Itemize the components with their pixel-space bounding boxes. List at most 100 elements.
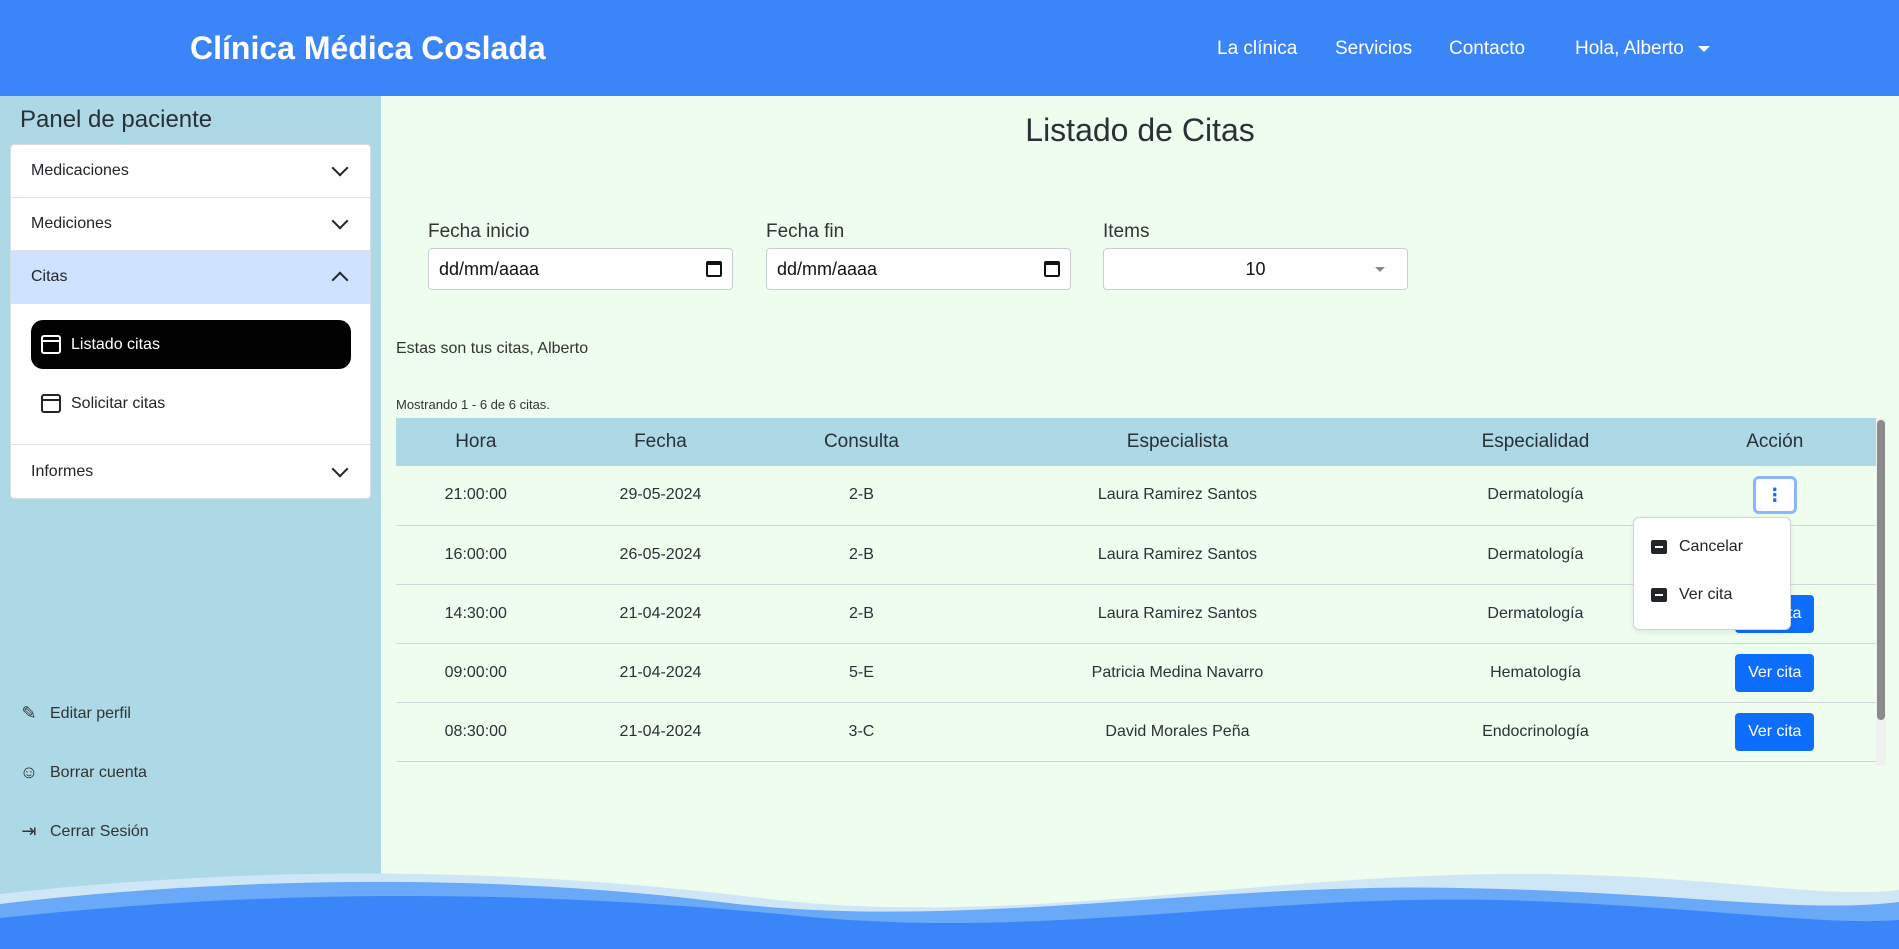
dropdown-item-ver-cita[interactable]: Ver cita [1651,586,1732,604]
delete-account-link[interactable]: ☺ Borrar cuenta [18,762,147,783]
pencil-icon: ✎ [21,703,37,723]
ver-cita-button[interactable]: Ver cita [1735,712,1815,751]
calendar-icon[interactable] [1044,261,1060,277]
dropdown-item-label: Ver cita [1679,586,1733,603]
page-title: Listado de Citas [1025,112,1255,148]
end-date-label: Fecha fin [766,221,845,242]
table-row: 08:30:00 21-04-2024 3-C David Morales Pe… [396,702,1876,762]
cell-especialista: Patricia Medina Navarro [957,643,1398,703]
cell-especialista: Laura Ramirez Santos [957,466,1398,526]
cell-hora: 21:00:00 [396,466,556,526]
column-header: Acción [1673,418,1876,466]
nav-la-clinica[interactable]: La clínica [1217,38,1297,60]
sidebar-item-label: Solicitar citas [71,394,166,412]
user-menu-toggle[interactable]: Hola, Alberto [1575,38,1710,60]
calendar-icon [41,394,61,413]
cell-consulta: 2-B [765,466,958,526]
cell-especialista: Laura Ramirez Santos [957,525,1398,585]
more-actions-button[interactable]: ⋮ [1752,476,1797,515]
logout-link[interactable]: ⇥ Cerrar Sesión [18,821,149,842]
results-count: Mostrando 1 - 6 de 6 citas. [396,397,550,412]
table-header-row: Hora Fecha Consulta Especialista Especia… [396,418,1876,466]
cell-especialidad: Dermatología [1397,466,1674,526]
chevron-down-icon [331,460,349,477]
ver-cita-button[interactable]: Ver cita [1735,653,1815,692]
end-date-input[interactable]: dd/mm/aaaa [766,248,1071,290]
items-value: 10 [1245,258,1266,279]
user-remove-icon: ☺ [19,762,39,782]
cell-especialista: David Morales Peña [957,702,1398,762]
accordion-citas[interactable]: Citas [11,251,370,304]
side-action-label: Borrar cuenta [50,763,147,781]
column-header: Especialista [957,418,1398,466]
chevron-down-icon [331,159,349,177]
panel-title: Panel de paciente [20,106,213,133]
sidebar-item-label: Listado citas [71,335,160,353]
kebab-icon: ⋮ [1765,484,1784,505]
greeting-text: Estas son tus citas, Alberto [396,340,589,357]
edit-profile-link[interactable]: ✎ Editar perfil [18,703,131,724]
items-label: Items [1103,221,1150,242]
nav-servicios[interactable]: Servicios [1335,38,1412,60]
cell-fecha: 21-04-2024 [555,584,766,644]
caret-down-icon [1375,267,1385,272]
cell-accion: Ver cita [1673,702,1876,762]
cell-especialista: Laura Ramirez Santos [957,584,1398,644]
accordion-label: Mediciones [31,215,112,232]
dropdown-item-cancelar[interactable]: Cancelar [1651,538,1743,556]
chevron-down-icon [331,212,349,230]
cell-fecha: 26-05-2024 [555,525,766,585]
column-header: Fecha [555,418,766,466]
cell-consulta: 2-B [765,584,958,644]
end-date-value: dd/mm/aaaa [777,258,878,279]
calendar-icon[interactable] [706,261,722,277]
accordion-label: Informes [31,462,94,480]
archive-x-icon [1651,540,1667,554]
accordion-mediciones[interactable]: Mediciones [11,198,370,251]
items-select[interactable]: 10 [1103,248,1408,290]
side-action-label: Editar perfil [50,704,131,722]
sidebar-item-listado-citas[interactable]: Listado citas [31,320,351,369]
logout-icon: ⇥ [21,821,37,841]
column-header: Hora [396,418,556,466]
cell-consulta: 2-B [765,525,958,585]
caret-down-icon [1697,46,1710,52]
user-menu-label: Hola, Alberto [1575,38,1684,59]
start-date-input[interactable]: dd/mm/aaaa [428,248,733,290]
sidebar-item-solicitar-citas[interactable]: Solicitar citas [31,379,351,428]
calendar-icon [41,335,61,354]
start-date-label: Fecha inicio [428,221,530,242]
start-date-value: dd/mm/aaaa [439,258,540,279]
cell-consulta: 3-C [765,702,958,762]
accordion-informes[interactable]: Informes [11,445,370,498]
cell-especialidad: Hematología [1397,643,1674,703]
cell-accion: Ver cita [1673,643,1876,703]
cell-hora: 08:30:00 [396,702,556,762]
actions-dropdown-menu: Cancelar Ver cita [1633,517,1791,630]
column-header: Consulta [765,418,958,466]
cell-especialidad: Endocrinología [1397,702,1674,762]
cell-fecha: 21-04-2024 [555,702,766,762]
cell-hora: 09:00:00 [396,643,556,703]
citas-panel: Listado citas Solicitar citas [11,304,370,445]
side-action-label: Cerrar Sesión [50,822,149,840]
sidebar: Panel de paciente Medicaciones Medicione… [0,96,381,949]
table-row: 09:00:00 21-04-2024 5-E Patricia Medina … [396,643,1876,703]
column-header: Especialidad [1397,418,1674,466]
accordion-medicaciones[interactable]: Medicaciones [11,145,370,198]
dropdown-item-label: Cancelar [1679,538,1744,555]
nav-contacto[interactable]: Contacto [1449,38,1525,60]
cell-hora: 14:30:00 [396,584,556,644]
main-content: Listado de Citas Fecha inicio dd/mm/aaaa… [381,96,1899,949]
cell-fecha: 29-05-2024 [555,466,766,526]
sidebar-accordion: Medicaciones Mediciones Citas Listado ci… [10,144,371,499]
top-navbar: Clínica Médica Coslada La clínica Servic… [0,0,1899,96]
accordion-label: Citas [31,268,68,285]
chevron-up-icon [331,271,349,289]
footer-wave-decoration [0,873,1899,949]
table-scrollbar-thumb[interactable] [1877,420,1885,720]
cell-hora: 16:00:00 [396,525,556,585]
brand-title[interactable]: Clínica Médica Coslada [190,30,546,67]
cell-consulta: 5-E [765,643,958,703]
cell-fecha: 21-04-2024 [555,643,766,703]
